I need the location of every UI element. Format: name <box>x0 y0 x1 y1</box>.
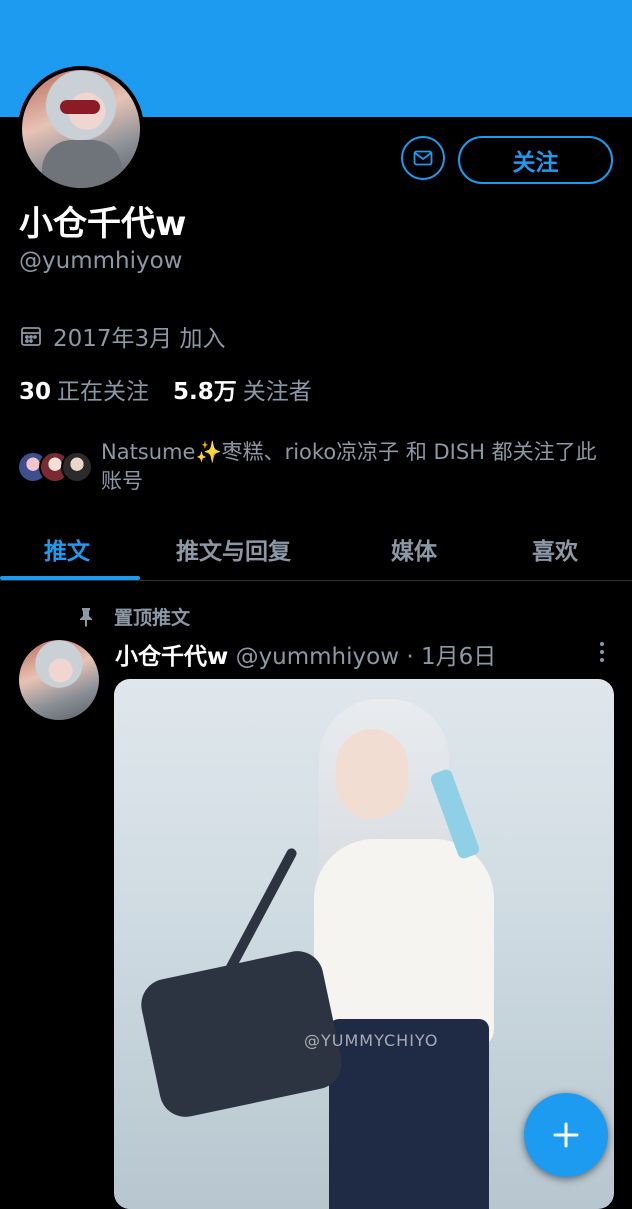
active-tab-indicator <box>0 576 140 580</box>
tab-tweets-and-replies[interactable]: 推文与回复 <box>176 532 291 566</box>
photo-watermark: @YUMMYCHIYO <box>304 1031 439 1050</box>
followers-count: 5.8万 <box>173 379 237 405</box>
following-count: 30 <box>19 379 52 405</box>
tweet-author-avatar[interactable] <box>19 640 99 720</box>
tweet-author-name[interactable]: 小仓千代w <box>115 644 228 670</box>
tab-media[interactable]: 媒体 <box>391 532 437 566</box>
followed-by-text: Natsume✨枣糕、rioko凉凉子 和 DISH 都关注了此账号 <box>101 440 597 493</box>
tab-tweets[interactable]: 推文 <box>44 532 90 566</box>
user-handle: @yummhiyow <box>19 248 183 274</box>
tweet-header: 小仓千代w @yummhiyow · 1月6日 <box>115 637 496 671</box>
followers-link[interactable]: 5.8万 关注者 <box>173 379 312 405</box>
pinned-label: 置顶推文 <box>114 607 191 629</box>
photo-shirt <box>314 839 494 1049</box>
avatar-figure <box>42 140 122 188</box>
photo-face <box>336 729 408 819</box>
following-label: 正在关注 <box>57 379 150 405</box>
follow-button[interactable]: 关注 <box>458 136 613 184</box>
calendar-icon <box>21 327 41 346</box>
follow-stats: 30 正在关注 5.8万 关注者 <box>19 372 312 406</box>
pinned-indicator: 置顶推文 <box>78 603 190 630</box>
tweet-author-handle[interactable]: @yummhiyow <box>236 644 399 670</box>
follower-avatar <box>61 451 93 483</box>
mail-icon <box>413 150 433 166</box>
compose-tweet-button[interactable] <box>524 1093 608 1177</box>
avatar-hair-bow <box>60 100 100 114</box>
following-link[interactable]: 30 正在关注 <box>19 379 149 405</box>
join-date: 2017年3月 加入 <box>19 319 225 353</box>
tweet-separator: · <box>406 644 414 670</box>
pin-icon <box>80 607 92 627</box>
message-button[interactable] <box>401 136 445 180</box>
join-date-text: 2017年3月 加入 <box>53 326 226 352</box>
tab-likes[interactable]: 喜欢 <box>532 532 578 566</box>
tweet-date[interactable]: 1月6日 <box>421 644 496 670</box>
display-name: 小仓千代w <box>19 204 187 244</box>
more-options-icon[interactable] <box>597 642 607 666</box>
profile-tabs: 推文 推文与回复 媒体 喜欢 <box>0 522 632 581</box>
followers-label: 关注者 <box>242 379 312 405</box>
plus-icon <box>553 1122 579 1148</box>
profile-avatar[interactable] <box>18 66 144 192</box>
